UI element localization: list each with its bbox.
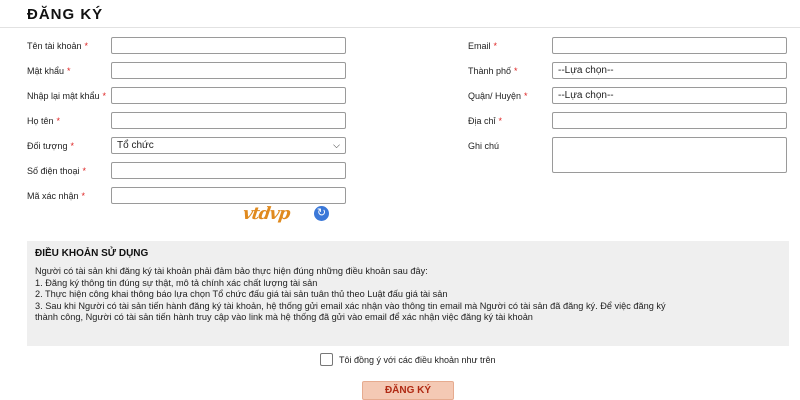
terms-title: ĐIỀU KHOẢN SỬ DỤNG bbox=[35, 248, 149, 259]
refresh-captcha-icon[interactable]: ↻ bbox=[314, 206, 329, 221]
note-field[interactable] bbox=[552, 137, 787, 173]
page-title: ĐĂNG KÝ bbox=[27, 6, 104, 23]
agree-row[interactable]: Tôi đồng ý với các điều khoản như trên bbox=[320, 353, 496, 366]
terms-line: Người có tài sản khi đăng ký tài khoản p… bbox=[35, 266, 428, 276]
city-label: Thành phố * bbox=[468, 66, 518, 76]
required-mark: * bbox=[84, 41, 89, 51]
subject-select[interactable]: Tổ chức ⌵ bbox=[111, 137, 346, 154]
address-label: Địa chỉ * bbox=[468, 116, 502, 126]
required-mark: * bbox=[498, 116, 503, 126]
password-confirm-field[interactable] bbox=[111, 87, 346, 104]
username-field[interactable] bbox=[111, 37, 346, 54]
required-mark: * bbox=[67, 66, 71, 76]
required-mark: * bbox=[493, 41, 498, 51]
register-button[interactable]: ĐĂNG KÝ bbox=[362, 381, 454, 400]
terms-line: 1. Đăng ký thông tin đúng sự thật, mô tả… bbox=[35, 277, 318, 288]
captcha-label: Mã xác nhận * bbox=[27, 191, 85, 201]
password-label: Mật khẩu * bbox=[27, 66, 71, 76]
district-selected-value: --Lựa chọn-- bbox=[558, 90, 614, 101]
email-field[interactable] bbox=[552, 37, 787, 54]
district-label: Quận/ Huyện * bbox=[468, 91, 528, 101]
title-divider bbox=[0, 27, 800, 28]
phone-label-text: Số điện thoại bbox=[27, 166, 80, 176]
required-mark: * bbox=[514, 66, 518, 76]
district-label-text: Quận/ Huyện bbox=[468, 91, 522, 101]
subject-selected-value: Tổ chức bbox=[117, 140, 154, 151]
district-select[interactable]: --Lựa chọn-- bbox=[552, 87, 787, 104]
required-mark: * bbox=[81, 191, 86, 201]
password-confirm-label-text: Nhập lại mật khẩu bbox=[27, 91, 100, 101]
agree-checkbox[interactable] bbox=[320, 353, 333, 366]
email-label-text: Email bbox=[468, 41, 491, 51]
password-field[interactable] bbox=[111, 62, 346, 79]
fullname-label: Họ tên * bbox=[27, 116, 60, 126]
username-label: Tên tài khoản * bbox=[27, 41, 88, 51]
phone-field[interactable] bbox=[111, 162, 346, 179]
city-select[interactable]: --Lựa chọn-- bbox=[552, 62, 787, 79]
required-mark: * bbox=[524, 91, 528, 101]
agree-label: Tôi đồng ý với các điều khoản như trên bbox=[339, 354, 496, 365]
phone-label: Số điện thoại * bbox=[27, 166, 86, 176]
chevron-down-icon: ⌵ bbox=[333, 140, 340, 150]
address-label-text: Địa chỉ bbox=[468, 116, 496, 126]
subject-label-text: Đối tượng bbox=[27, 141, 68, 151]
required-mark: * bbox=[70, 141, 74, 151]
city-label-text: Thành phố bbox=[468, 66, 512, 76]
password-label-text: Mật khẩu bbox=[27, 66, 65, 76]
note-label: Ghi chú bbox=[468, 141, 500, 151]
terms-panel: ĐIỀU KHOẢN SỬ DỤNG Người có tài sản khi … bbox=[27, 241, 789, 346]
fullname-label-text: Họ tên bbox=[27, 116, 54, 126]
captcha-image: vtdvp bbox=[241, 204, 291, 224]
terms-line: thành công, Người có tài sản tiến hành t… bbox=[35, 312, 533, 322]
email-label: Email * bbox=[468, 41, 497, 51]
terms-line: 2. Thực hiện công khai thông báo lựa chọ… bbox=[35, 289, 448, 299]
password-confirm-label: Nhập lại mật khẩu * bbox=[27, 91, 106, 101]
username-label-text: Tên tài khoản bbox=[27, 41, 82, 51]
fullname-field[interactable] bbox=[111, 112, 346, 129]
required-mark: * bbox=[82, 166, 87, 176]
captcha-label-text: Mã xác nhận bbox=[27, 191, 79, 201]
address-field[interactable] bbox=[552, 112, 787, 129]
captcha-field[interactable] bbox=[111, 187, 346, 204]
subject-label: Đối tượng * bbox=[27, 141, 74, 151]
terms-line: 3. Sau khi Người có tài sản tiến hành đă… bbox=[35, 300, 666, 311]
required-mark: * bbox=[56, 116, 61, 126]
city-selected-value: --Lựa chọn-- bbox=[558, 65, 614, 76]
required-mark: * bbox=[102, 91, 107, 101]
